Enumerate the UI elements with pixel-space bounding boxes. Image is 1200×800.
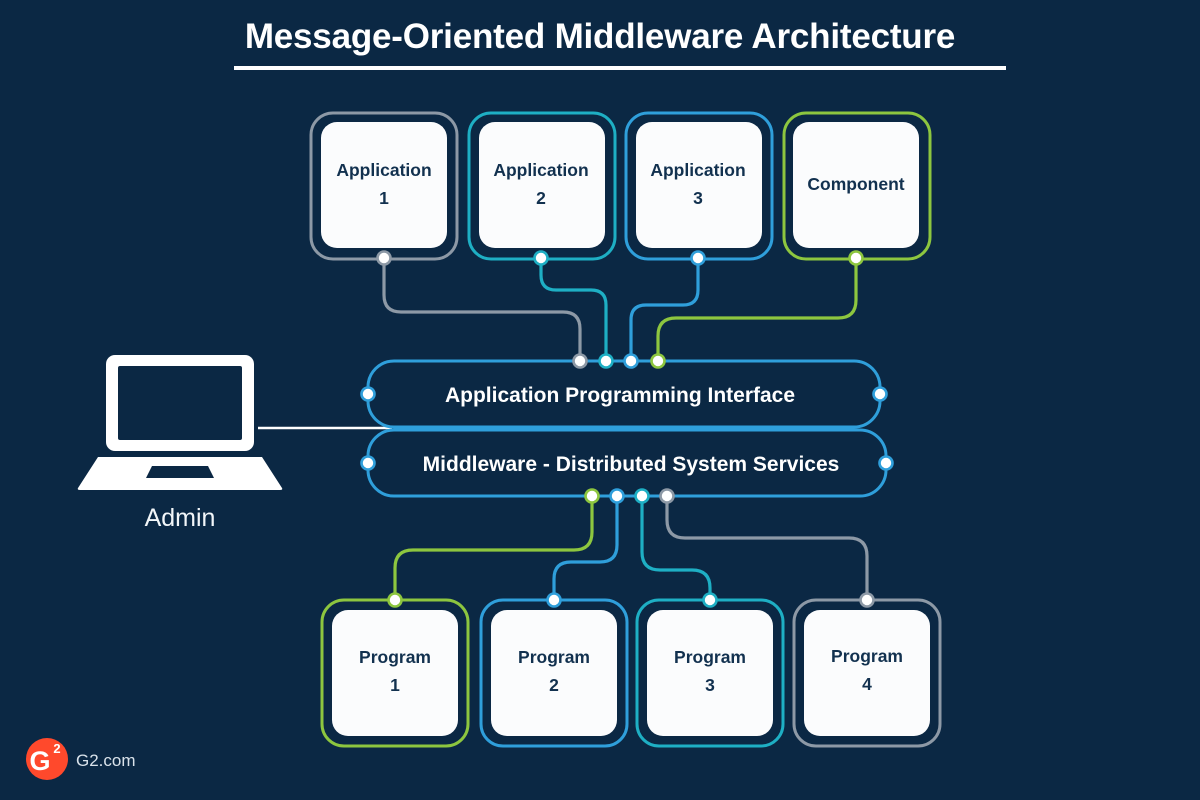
node-application-2-card [479,122,605,248]
brand-mark-sup: 2 [53,741,60,756]
dot-application-3 [690,250,706,266]
dot-api-right [872,386,888,402]
brand-name: G2.com [76,751,136,770]
dot-middleware-right [878,455,894,471]
diagram-canvas: Message-Oriented Middleware Architecture [0,0,1200,800]
node-application-1[interactable]: Application 1 [309,111,459,261]
node-application-3-line1: Application [650,160,745,180]
node-program-4-card [804,610,930,736]
architecture-diagram: Message-Oriented Middleware Architecture [0,0,1200,800]
brand-mark-letter: G [29,746,50,776]
admin-label: Admin [145,504,216,532]
node-application-2-line1: Application [493,160,588,180]
node-program-1-line1: Program [359,647,431,667]
node-program-3-card [647,610,773,736]
laptop-icon [77,355,283,490]
node-program-3-line1: Program [674,647,746,667]
node-program-2[interactable]: Program 2 [479,598,629,748]
node-program-4-line2: 4 [862,674,872,694]
node-program-1[interactable]: Program 1 [320,598,470,748]
title-rule [234,66,1006,70]
dot-program-4 [859,592,875,608]
laptop-trackpad [146,466,214,478]
dot-application-2 [533,250,549,266]
node-program-3[interactable]: Program 3 [635,598,785,748]
dot-mw-out-2 [609,488,625,504]
node-program-4[interactable]: Program 4 [792,598,942,748]
dot-mw-out-1 [584,488,600,504]
node-application-2-line2: 2 [536,188,546,208]
laptop-screen-display [118,366,242,440]
node-application-1-line1: Application [336,160,431,180]
node-program-1-card [332,610,458,736]
dot-api-in-1 [572,353,588,369]
node-program-2-line2: 2 [549,675,559,695]
dot-api-in-4 [650,353,666,369]
node-program-3-line2: 3 [705,675,715,695]
dot-api-in-3 [623,353,639,369]
bar-api-label: Application Programming Interface [445,384,795,407]
node-program-2-line1: Program [518,647,590,667]
node-application-2[interactable]: Application 2 [467,111,617,261]
node-application-3-line2: 3 [693,188,703,208]
dot-mw-out-3 [634,488,650,504]
node-application-1-line2: 1 [379,188,389,208]
node-program-2-card [491,610,617,736]
dot-program-2 [546,592,562,608]
dot-middleware-left [360,455,376,471]
node-component[interactable]: Component [782,111,932,261]
node-program-1-line2: 1 [390,675,400,695]
node-application-1-card [321,122,447,248]
page-title: Message-Oriented Middleware Architecture [245,17,955,56]
node-application-3-card [636,122,762,248]
dot-program-3 [702,592,718,608]
dot-program-1 [387,592,403,608]
dot-application-1 [376,250,392,266]
node-component-line1: Component [807,174,904,194]
node-application-3[interactable]: Application 3 [624,111,774,261]
dot-component [848,250,864,266]
bar-middleware-label: Middleware - Distributed System Services [423,453,840,476]
dot-api-in-2 [598,353,614,369]
dot-mw-out-4 [659,488,675,504]
node-program-4-line1: Program [831,646,903,666]
dot-api-left [360,386,376,402]
